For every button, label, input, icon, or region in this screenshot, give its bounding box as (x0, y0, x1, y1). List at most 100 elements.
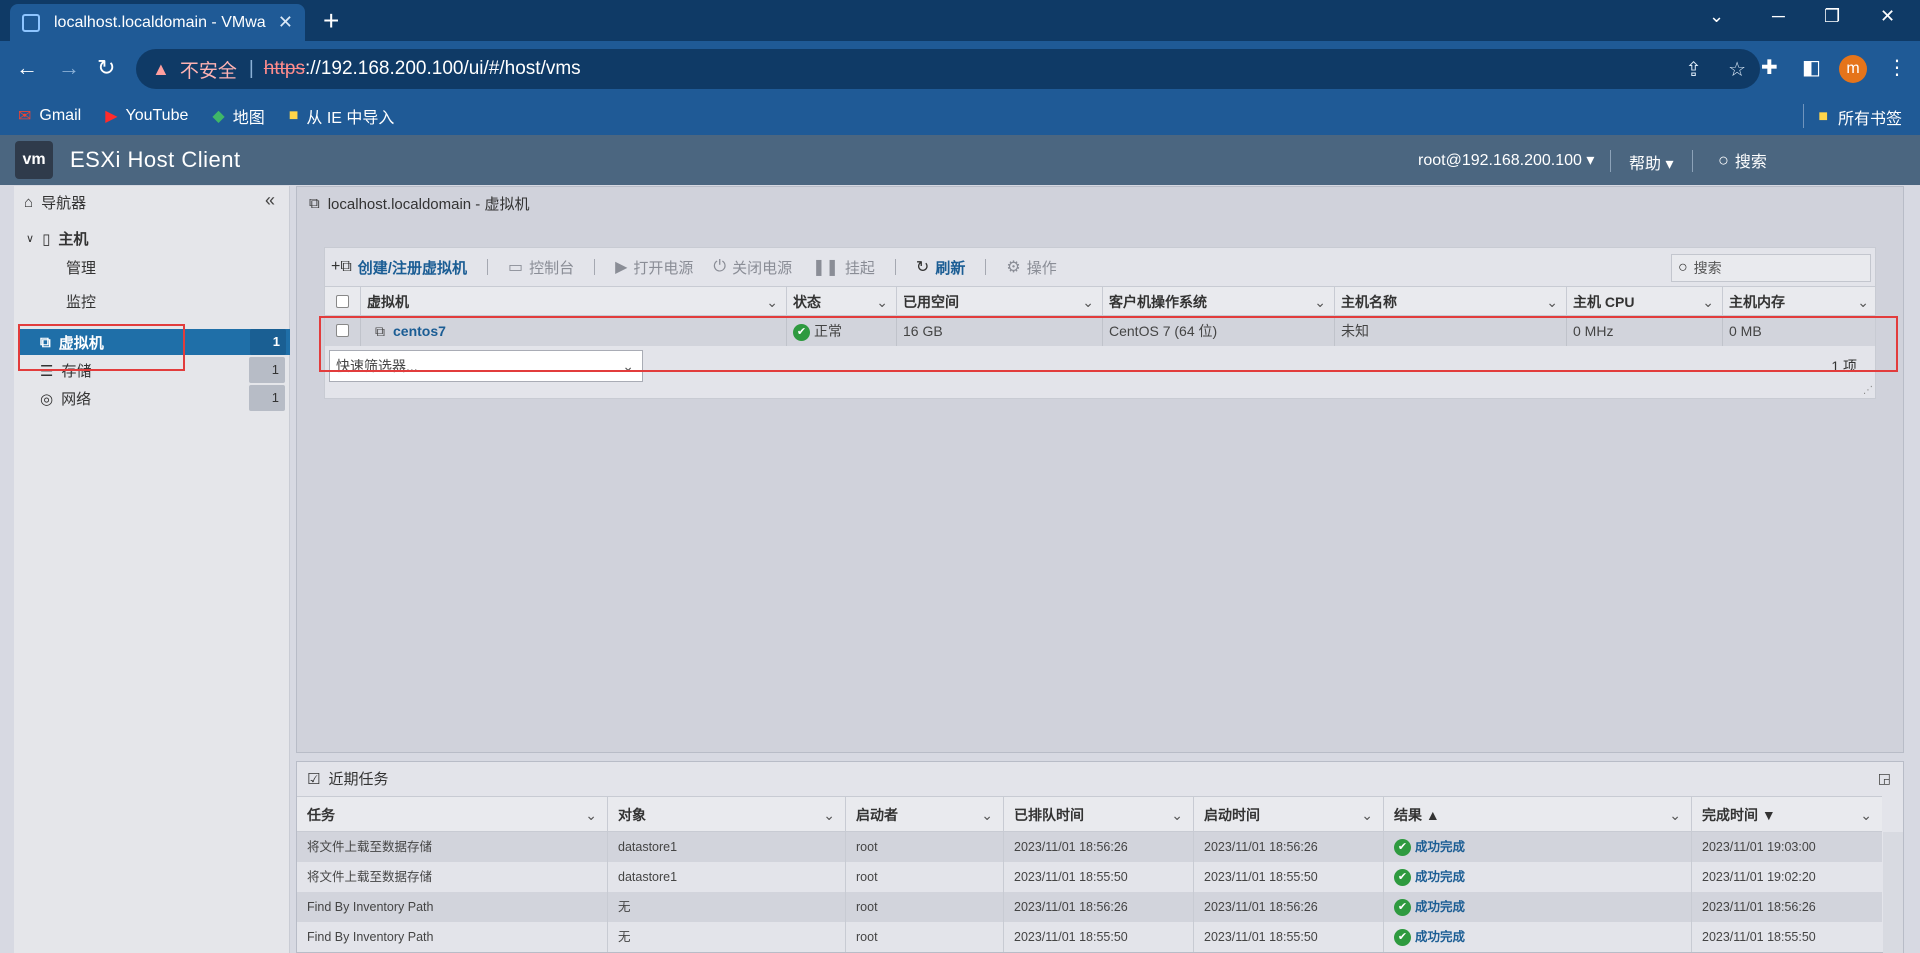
highlight-box-row (319, 316, 1898, 372)
actions-button[interactable]: ⚙ 操作 (1006, 257, 1056, 278)
bookmarks-divider (1803, 104, 1804, 128)
browser-menu-icon[interactable]: ⋮ (1887, 55, 1907, 80)
chevron-down-icon[interactable]: ⌄ (1171, 797, 1183, 833)
toolbar-label: 操作 (1026, 259, 1057, 277)
column-header[interactable]: 结果 ▲ ⌄ (1384, 797, 1692, 833)
add-vm-icon: +⧉ (331, 258, 352, 275)
task-initiator: root (846, 922, 1004, 952)
reload-icon[interactable]: ↻ (97, 55, 115, 81)
bookmark-youtube[interactable]: ▶ YouTube (105, 106, 188, 126)
window-close-icon[interactable]: ✕ (1880, 6, 1895, 27)
task-result: ✔ 成功完成 (1384, 892, 1692, 922)
chevron-down-icon[interactable]: ⌄ (1314, 287, 1326, 317)
collapse-navigator-icon[interactable]: « (265, 190, 275, 211)
power-on-button[interactable]: ▶ 打开电源 (615, 257, 693, 278)
side-panel-icon[interactable]: ◧ (1802, 55, 1821, 80)
task-result: ✔ 成功完成 (1384, 922, 1692, 952)
column-header[interactable]: 启动时间 ⌄ (1194, 797, 1384, 833)
chevron-down-icon[interactable]: ⌄ (876, 287, 888, 317)
column-header[interactable]: 主机名称 ⌄ (1335, 287, 1567, 317)
restore-icon[interactable]: ❐ (1824, 6, 1840, 27)
new-tab-icon[interactable]: + (323, 5, 339, 37)
task-result-label[interactable]: 成功完成 (1415, 840, 1465, 854)
chevron-down-icon[interactable]: ⌄ (1857, 287, 1869, 317)
tab-close-icon[interactable]: ✕ (278, 12, 293, 33)
column-label: 主机内存 (1729, 294, 1785, 310)
task-row[interactable]: Find By Inventory Path 无 root 2023/11/01… (297, 892, 1882, 922)
toolbar-divider (985, 259, 987, 275)
forward-arrow-icon[interactable]: → (58, 55, 80, 81)
task-name: Find By Inventory Path (297, 892, 608, 922)
maximize-panel-icon[interactable]: ◲ (1878, 770, 1891, 787)
task-result-label[interactable]: 成功完成 (1415, 870, 1465, 884)
all-bookmarks[interactable]: ■ 所有书签 (1818, 105, 1902, 129)
column-label: 已排队时间 (1014, 807, 1084, 823)
share-icon[interactable]: ⇪ (1685, 57, 1702, 82)
bookmark-import-ie[interactable]: ■ 从 IE 中导入 (289, 104, 395, 128)
task-result-label[interactable]: 成功完成 (1415, 930, 1465, 944)
chevron-down-icon[interactable]: ⌄ (1669, 797, 1681, 833)
task-row[interactable]: 将文件上载至数据存储 datastore1 root 2023/11/01 18… (297, 832, 1882, 862)
resize-grip-icon[interactable]: ⋰ (1863, 385, 1873, 396)
column-header[interactable]: 完成时间 ▼ ⌄ (1692, 797, 1882, 833)
power-off-button[interactable]: ⏻ 关闭电源 (713, 257, 792, 278)
task-result-label[interactable]: 成功完成 (1415, 900, 1465, 914)
chevron-down-icon[interactable]: ⌄ (823, 797, 835, 833)
task-row[interactable]: Find By Inventory Path 无 root 2023/11/01… (297, 922, 1882, 952)
header-select-all[interactable] (325, 287, 361, 317)
nav-item-label: 监控 (66, 294, 97, 311)
chevron-down-icon[interactable]: ⌄ (1546, 287, 1558, 317)
chevron-down-icon[interactable]: ⌄ (1702, 287, 1714, 317)
column-header[interactable]: 客户机操作系统 ⌄ (1103, 287, 1335, 317)
address-bar[interactable]: ▲ 不安全 | https ://192.168.200.100/ui/#/ho… (136, 49, 1760, 89)
chevron-down-icon[interactable]: ⌄ (585, 797, 597, 833)
header-search[interactable]: ○ 搜索 (1718, 148, 1767, 172)
bookmarks-bar: ✉ Gmail ▶ YouTube ◆ 地图 ■ 从 IE 中导入 (0, 97, 1920, 135)
chevron-down-icon[interactable]: ⌄ (1361, 797, 1373, 833)
minimize-icon[interactable]: ─ (1772, 6, 1785, 27)
column-header[interactable]: 主机内存 ⌄ (1723, 287, 1877, 317)
chevron-down-icon[interactable]: ∨ (26, 232, 34, 245)
column-header[interactable]: 任务 ⌄ (297, 797, 608, 833)
help-menu[interactable]: 帮助 ▾ (1629, 150, 1673, 174)
task-started: 2023/11/01 18:55:50 (1194, 862, 1384, 892)
chevron-down-icon[interactable]: ⌄ (1082, 287, 1094, 317)
toolbar-divider (894, 259, 896, 275)
tasks-scrollbar[interactable] (1883, 832, 1903, 953)
nav-item-host[interactable]: ∨ ▯ 主机 (26, 228, 88, 249)
chevron-down-icon[interactable]: ⌄ (1860, 797, 1872, 833)
chevron-down-icon[interactable]: ⌄ (766, 287, 778, 317)
create-register-vm-button[interactable]: +⧉ 创建/注册虚拟机 (331, 257, 467, 278)
select-all-checkbox[interactable] (336, 295, 349, 308)
task-completed: 2023/11/01 18:56:26 (1702, 900, 1816, 914)
extensions-puzzle-icon[interactable]: ✚ (1761, 55, 1778, 80)
refresh-button[interactable]: ↻ 刷新 (916, 257, 965, 278)
nav-item-manage[interactable]: 管理 (66, 257, 96, 278)
column-header[interactable]: 主机 CPU ⌄ (1567, 287, 1723, 317)
grid-search-input[interactable]: ○ 搜索 (1671, 254, 1871, 282)
column-header[interactable]: 对象 ⌄ (608, 797, 846, 833)
nav-item-network[interactable]: ◎ 网络 (40, 388, 91, 409)
bookmark-label: 从 IE 中导入 (306, 110, 395, 127)
url-path: ://192.168.200.100/ui/#/host/vms (304, 58, 581, 79)
browser-tab[interactable]: localhost.localdomain - VMwa ✕ (10, 4, 305, 41)
bookmark-gmail[interactable]: ✉ Gmail (18, 106, 81, 126)
console-button[interactable]: ▭ 控制台 (508, 257, 574, 278)
column-header[interactable]: 状态 ⌄ (787, 287, 897, 317)
profile-avatar[interactable]: m (1839, 55, 1867, 83)
column-header[interactable]: 启动者 ⌄ (846, 797, 1004, 833)
bookmark-star-icon[interactable]: ☆ (1728, 57, 1746, 82)
task-row[interactable]: 将文件上载至数据存储 datastore1 root 2023/11/01 18… (297, 862, 1882, 892)
chevron-down-icon[interactable]: ⌄ (981, 797, 993, 833)
suspend-button[interactable]: ❚❚ 挂起 (812, 257, 875, 278)
back-arrow-icon[interactable]: ← (16, 55, 38, 81)
bookmark-maps[interactable]: ◆ 地图 (212, 104, 264, 128)
task-name: 将文件上载至数据存储 (297, 862, 608, 892)
nav-item-monitor[interactable]: 监控 (66, 291, 96, 312)
column-header[interactable]: 已排队时间 ⌄ (1004, 797, 1194, 833)
tab-search-chevron-icon[interactable]: ⌄ (1709, 6, 1724, 27)
user-menu[interactable]: root@192.168.200.100 ▾ (1418, 150, 1594, 170)
folder-icon: ■ (288, 107, 299, 124)
column-header[interactable]: 已用空间 ⌄ (897, 287, 1103, 317)
column-header[interactable]: 虚拟机 ⌄ (361, 287, 787, 317)
